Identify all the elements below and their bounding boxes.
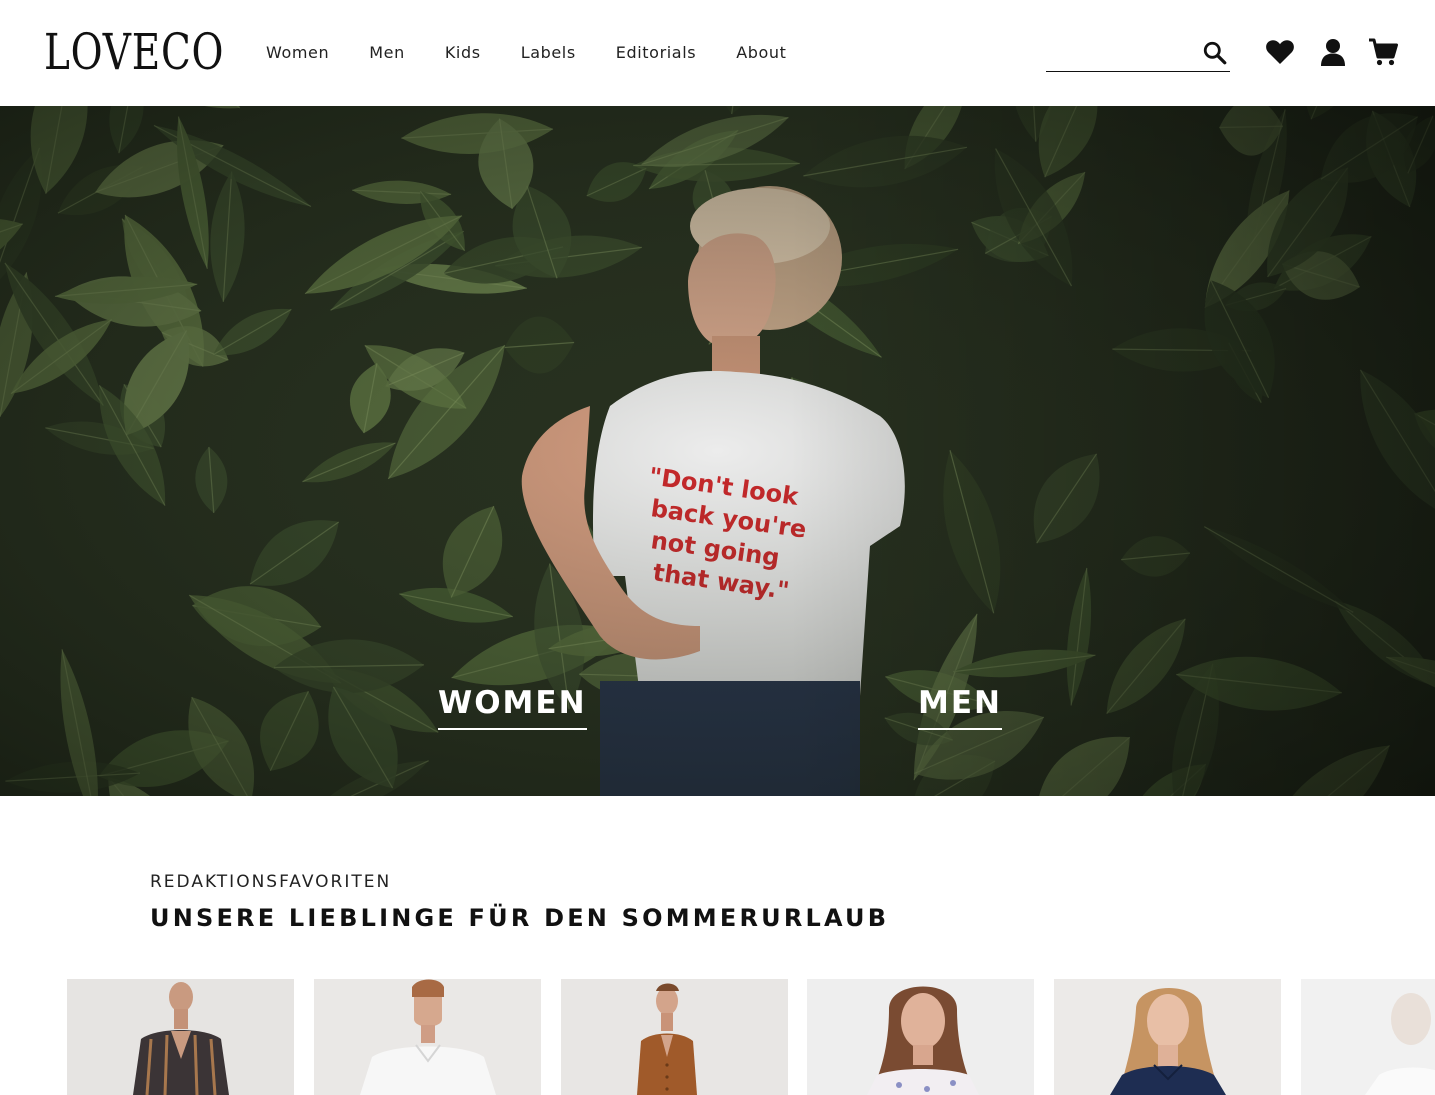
heart-icon[interactable]	[1265, 38, 1295, 66]
nav-men[interactable]: Men	[369, 42, 405, 64]
search-input[interactable]	[1046, 38, 1196, 70]
product-card[interactable]	[67, 979, 294, 1095]
main-nav: Women Men Kids Labels Editorials About	[266, 42, 827, 64]
section-title: UNSERE LIEBLINGE FÜR DEN SOMMERURLAUB	[150, 904, 890, 932]
logo[interactable]: LOVECO	[44, 24, 224, 80]
hero-link-men[interactable]: MEN	[918, 684, 1002, 730]
section-eyebrow: REDAKTIONSFAVORITEN	[150, 872, 392, 892]
site-header: LOVECO Women Men Kids Labels Editorials …	[0, 0, 1435, 106]
hero-image: "Don't look back you're not going that w…	[0, 106, 1435, 796]
nav-labels[interactable]: Labels	[521, 42, 576, 64]
nav-editorials[interactable]: Editorials	[616, 42, 696, 64]
product-card[interactable]	[561, 979, 788, 1095]
product-card[interactable]	[314, 979, 541, 1095]
product-card[interactable]	[807, 979, 1034, 1095]
nav-kids[interactable]: Kids	[445, 42, 481, 64]
search-bar	[1046, 38, 1230, 72]
nav-women[interactable]: Women	[266, 42, 329, 64]
user-icon[interactable]	[1318, 38, 1348, 66]
hero-banner: "Don't look back you're not going that w…	[0, 106, 1435, 796]
product-card[interactable]	[1054, 979, 1281, 1095]
hero-link-women[interactable]: WOMEN	[438, 684, 587, 730]
cart-icon[interactable]	[1368, 38, 1398, 66]
product-carousel	[67, 979, 1435, 1095]
search-icon[interactable]	[1202, 40, 1228, 66]
product-card[interactable]	[1301, 979, 1435, 1095]
nav-about[interactable]: About	[736, 42, 786, 64]
